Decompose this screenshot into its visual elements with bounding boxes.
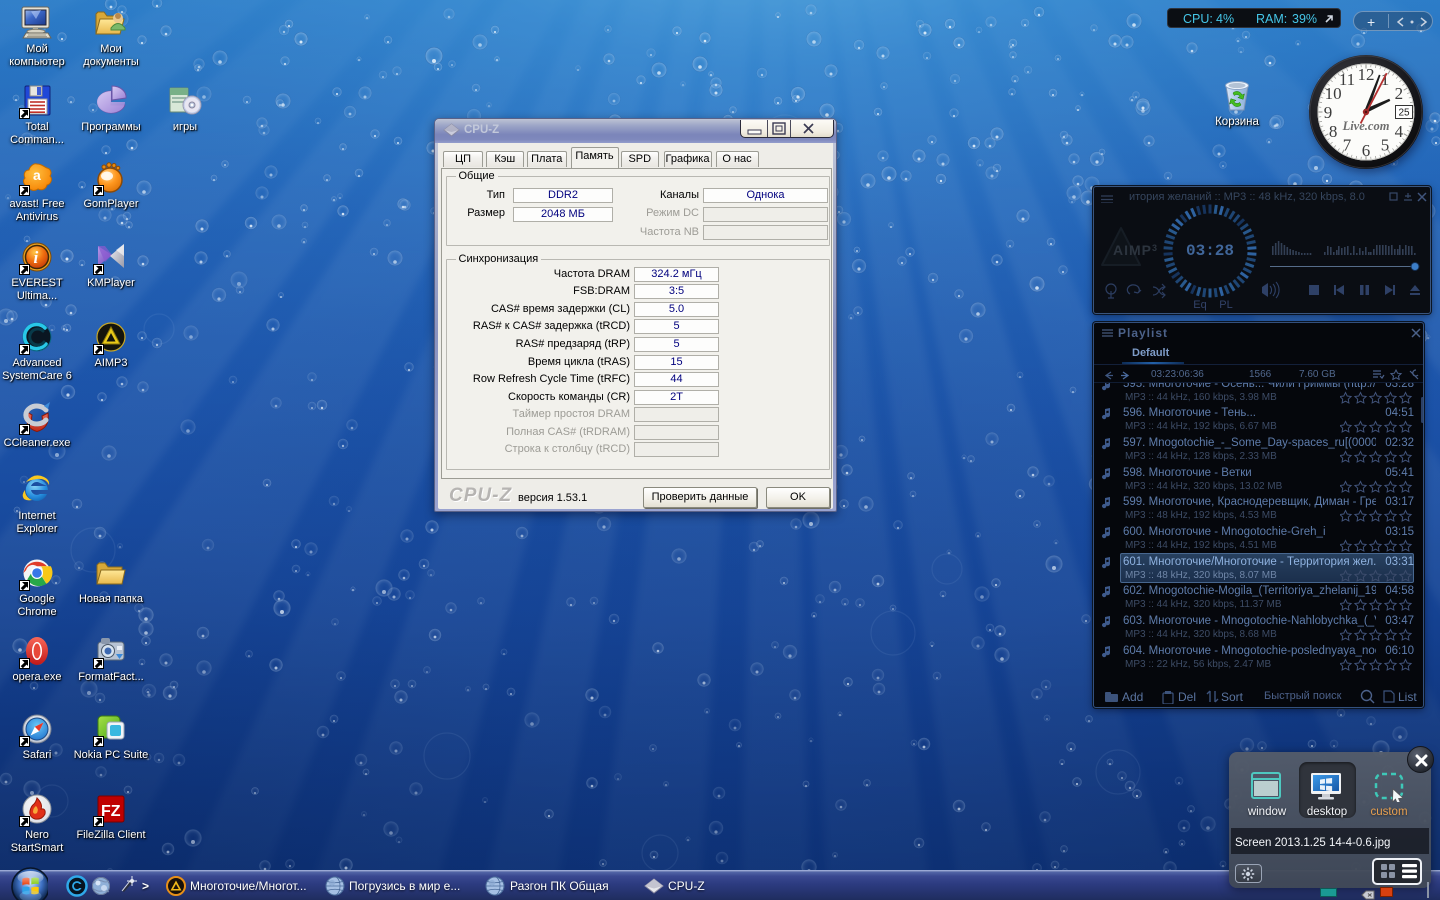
svg-text:a: a bbox=[33, 167, 41, 183]
svg-text:9: 9 bbox=[1324, 103, 1333, 122]
svg-text:11: 11 bbox=[1339, 70, 1355, 89]
svg-text:1: 1 bbox=[1381, 70, 1390, 89]
svg-text:5: 5 bbox=[1381, 136, 1390, 155]
svg-text:4: 4 bbox=[1395, 122, 1404, 141]
svg-text:2: 2 bbox=[1395, 84, 1404, 103]
svg-text:i: i bbox=[34, 248, 39, 267]
svg-text:12: 12 bbox=[1358, 65, 1375, 84]
svg-text:7: 7 bbox=[1343, 136, 1352, 155]
svg-text:25: 25 bbox=[1398, 108, 1410, 119]
svg-text:8: 8 bbox=[1329, 122, 1338, 141]
svg-text:Live.com: Live.com bbox=[1342, 119, 1390, 133]
svg-text:6: 6 bbox=[1362, 141, 1371, 160]
